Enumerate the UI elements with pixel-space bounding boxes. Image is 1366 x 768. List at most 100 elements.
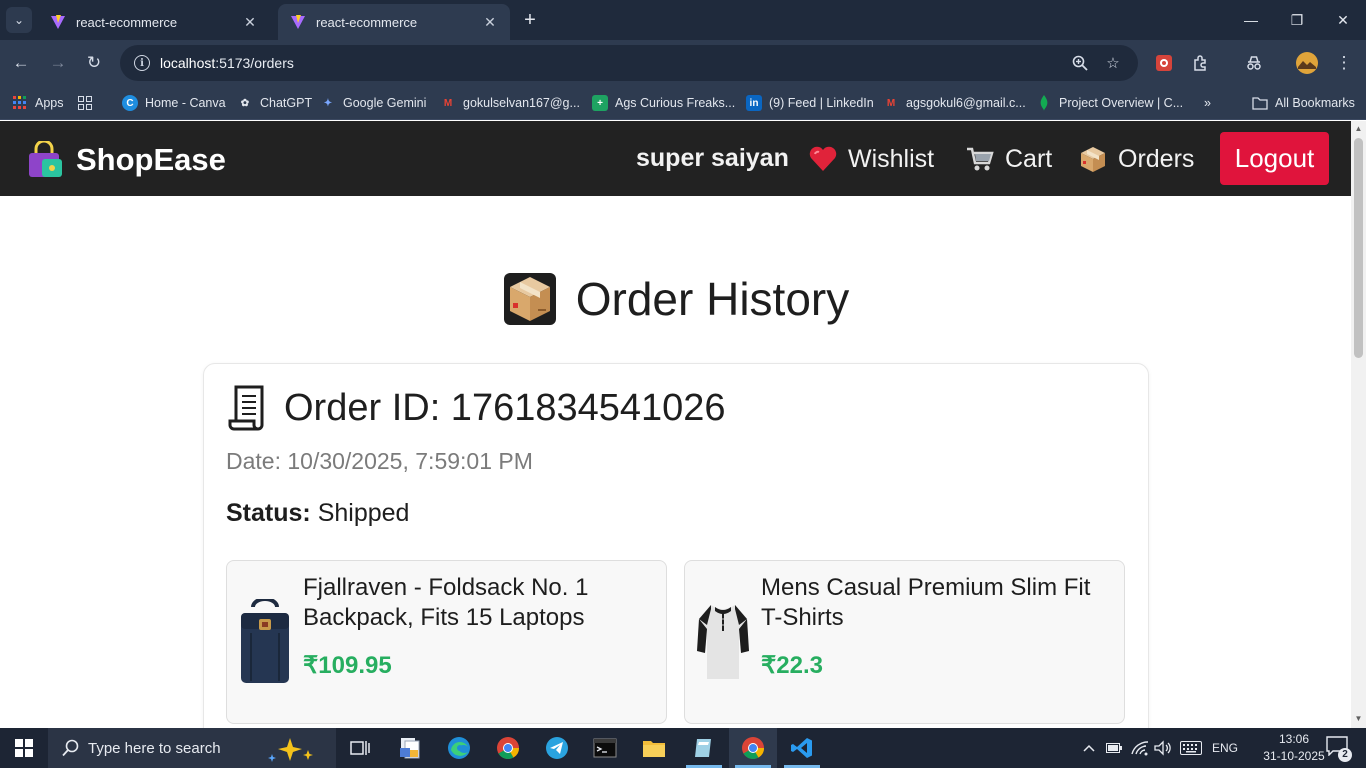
profile-avatar[interactable] [1294, 50, 1320, 76]
bookmark-apps[interactable]: Apps [12, 93, 64, 113]
reload-icon: ↻ [86, 53, 102, 72]
restore-button[interactable]: ❐ [1274, 0, 1320, 40]
scroll-up-icon[interactable]: ▲ [1354, 124, 1363, 134]
task-view-icon[interactable] [336, 728, 384, 768]
arrow-right-icon: → [49, 53, 67, 72]
language-indicator[interactable]: ENG [1212, 728, 1238, 768]
wifi-icon[interactable] [1131, 728, 1149, 768]
zoom-icon[interactable] [1070, 53, 1090, 73]
tab-search-button[interactable]: ⌄ [6, 7, 32, 33]
site-navbar: ShopEase super saiyan Wishlist Cart Orde… [0, 121, 1351, 196]
battery-icon[interactable] [1106, 728, 1122, 768]
scroll-down-icon[interactable]: ▼ [1354, 714, 1363, 724]
nav-cart[interactable]: Cart [965, 144, 1052, 174]
incognito-icon[interactable] [1241, 50, 1267, 76]
chrome-active-icon[interactable] [729, 728, 777, 768]
product-name: Fjallraven - Foldsack No. 1 Backpack, Fi… [303, 574, 589, 631]
bookmark-chatgpt[interactable]: ✿ ChatGPT [237, 93, 312, 113]
volume-icon[interactable] [1154, 728, 1172, 768]
windows-logo-icon [15, 739, 33, 757]
browser-tab-strip: ⌄ react-ecommerce ✕ react-ecommerce ✕ + … [0, 0, 1366, 40]
extensions-puzzle-icon[interactable] [1188, 50, 1214, 76]
clock-time: 13:06 [1278, 732, 1310, 746]
edge-icon[interactable] [435, 728, 483, 768]
page-heading: Order History [575, 273, 850, 325]
chatgpt-icon: ✿ [240, 97, 250, 109]
heart-icon [808, 144, 838, 174]
mongodb-icon [1036, 95, 1052, 111]
extension-icon[interactable] [1151, 50, 1177, 76]
shopping-bag-icon [26, 139, 64, 179]
close-icon[interactable]: ✕ [242, 14, 258, 31]
more-bookmarks-icon[interactable]: » [1204, 93, 1211, 113]
close-icon[interactable]: ✕ [482, 14, 498, 31]
reload-button[interactable]: ↻ [81, 50, 107, 76]
browser-tab-active[interactable]: react-ecommerce ✕ [278, 4, 510, 40]
file-explorer-docs-icon[interactable] [386, 728, 434, 768]
terminal-icon[interactable] [581, 728, 629, 768]
notification-center-icon[interactable]: 2 [1326, 736, 1352, 762]
logout-button[interactable]: Logout [1220, 132, 1329, 185]
cart-icon [965, 144, 995, 174]
bookmark-canva[interactable]: C Home - Canva [122, 93, 226, 113]
folder-icon [1252, 95, 1268, 111]
back-button[interactable]: ← [8, 50, 34, 76]
order-item: Mens Casual Premium Slim Fit T-Shirts ₹2… [684, 560, 1125, 724]
keyboard-icon[interactable] [1180, 728, 1202, 768]
bookmark-gmail-1[interactable]: M gokulselvan167@g... [440, 93, 580, 113]
taskbar-search[interactable]: Type here to search [48, 728, 336, 768]
brand-link[interactable]: ShopEase [26, 139, 226, 179]
tab-title: react-ecommerce [316, 14, 418, 30]
address-bar[interactable]: i localhost:5173/orders ☆ [120, 45, 1138, 81]
url-text: localhost:5173/orders [160, 55, 294, 71]
package-icon [502, 271, 558, 327]
copilot-sparkle-icon [266, 736, 316, 766]
bookmark-sheets[interactable]: + Ags Curious Freaks... [592, 93, 735, 113]
sheets-icon: + [592, 95, 608, 111]
bookmark-gemini[interactable]: ✦ Google Gemini [320, 93, 427, 113]
clock[interactable]: 13:06 31-10-2025 [1262, 731, 1326, 765]
linkedin-icon: in [746, 95, 762, 111]
window-close-button[interactable]: ✕ [1320, 0, 1366, 40]
tab-title: react-ecommerce [76, 14, 178, 30]
browser-toolbar: ← → ↻ i localhost:5173/orders ☆ ⋮ [0, 40, 1366, 86]
nav-wishlist[interactable]: Wishlist [808, 144, 934, 174]
all-bookmarks[interactable]: All Bookmarks [1252, 93, 1355, 113]
page-scrollbar[interactable]: ▲ ▼ [1351, 121, 1366, 728]
product-image-backpack [237, 597, 293, 685]
order-item: Fjallraven - Foldsack No. 1 Backpack, Fi… [226, 560, 667, 724]
bookmark-star-icon[interactable]: ☆ [1103, 53, 1123, 73]
page-viewport: ShopEase super saiyan Wishlist Cart Orde… [0, 121, 1351, 728]
telegram-icon[interactable] [533, 728, 581, 768]
order-status: Status: Shipped [226, 499, 409, 528]
bookmark-mongodb[interactable]: Project Overview | C... [1036, 93, 1183, 113]
bookmark-gmail-2[interactable]: M agsgokul6@gmail.c... [883, 93, 1026, 113]
site-info-icon[interactable]: i [134, 55, 150, 71]
notes-app-icon[interactable] [680, 728, 728, 768]
tab-groups-icon[interactable] [78, 93, 92, 113]
search-icon [62, 739, 80, 757]
new-tab-button[interactable]: + [518, 9, 542, 33]
browser-menu-icon[interactable]: ⋮ [1331, 50, 1357, 76]
vscode-icon[interactable] [778, 728, 826, 768]
order-header: Order ID: 1761834541026 [228, 384, 726, 432]
status-value: Shipped [317, 499, 410, 527]
nav-orders[interactable]: Orders [1078, 144, 1194, 174]
bookmark-linkedin[interactable]: in (9) Feed | LinkedIn [746, 93, 874, 113]
order-date: Date: 10/30/2025, 7:59:01 PM [226, 448, 533, 474]
chrome-icon[interactable] [484, 728, 532, 768]
user-name: super saiyan [636, 144, 789, 172]
scrollbar-thumb[interactable] [1354, 138, 1363, 358]
browser-tab[interactable]: react-ecommerce ✕ [38, 4, 270, 40]
forward-button[interactable]: → [45, 50, 71, 76]
show-hidden-icons[interactable] [1082, 728, 1096, 768]
vite-favicon-icon [290, 14, 306, 30]
product-image-tshirt [695, 599, 751, 685]
product-price: ₹109.95 [303, 652, 392, 679]
arrow-left-icon: ← [12, 53, 30, 72]
minimize-button[interactable]: — [1228, 0, 1274, 40]
canva-icon: C [122, 95, 138, 111]
start-button[interactable] [0, 728, 48, 768]
folder-app-icon[interactable] [630, 728, 678, 768]
gmail-icon: M [886, 97, 896, 109]
